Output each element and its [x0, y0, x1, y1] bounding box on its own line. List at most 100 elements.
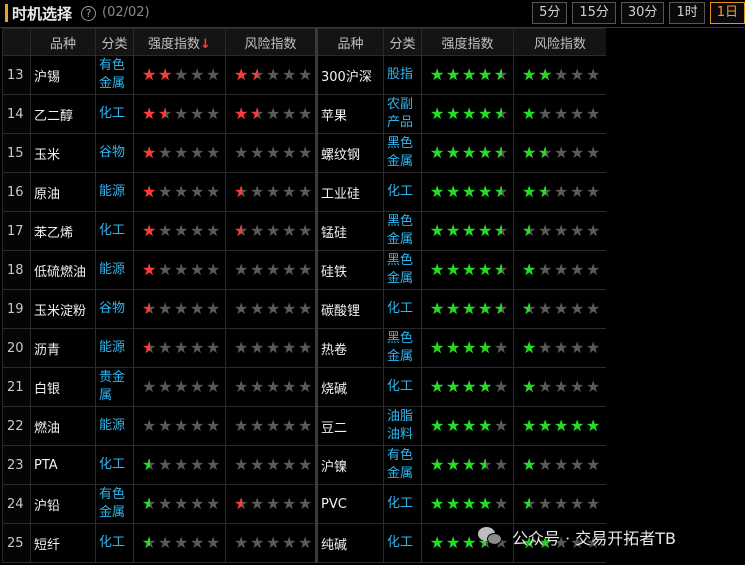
star-icon: ★ ★ [478, 298, 493, 318]
table-row[interactable]: 13 沪锡 有色 金属 ★ ★ ★ ★ ★ ★ ★ ★ ★ ★ ★ ★ ★ ★ 300沪深 股指 ★ ★ ★ ★ ★ ★ ★ ★ ★ ★ ★… [2, 55, 606, 95]
star-rating: ★ ★ ★ ★ ★ [234, 456, 313, 473]
star-icon: ★ [174, 454, 189, 474]
star-rating: ★ ★ ★ ★ ★ ★ [522, 259, 601, 279]
star-icon: ★ [190, 142, 205, 162]
star-icon: ★ ★ [522, 142, 537, 162]
timing-table-container[interactable]: 品种 分类 强度指数↓ 风险指数 品种 分类 强度指数 风险指数 13 沪锡 有色金… [2, 28, 606, 565]
star-icon: ★ [586, 454, 601, 474]
risk-index: ★ ★ ★ ★ ★ ★ ★ [513, 55, 606, 95]
table-row[interactable]: 19 玉米淀粉 谷物 ★ ★ ★ ★ ★ ★ ★ ★ ★ ★ ★ 碳酸锂 化工 ★ ★ ★ ★ ★ ★ ★ ★ ★ ★ ★ ★ ★ ★ ★ ★ [2, 289, 606, 329]
star-icon: ★ [298, 415, 313, 435]
category-label: 谷物 [95, 133, 134, 173]
risk-index: ★ ★ ★ ★ ★ ★ [225, 484, 317, 524]
star-icon: ★ ★ [462, 181, 477, 201]
star-icon: ★ ★ [446, 181, 461, 201]
star-icon: ★ ★ [478, 493, 493, 513]
star-icon: ★ ★ [430, 337, 445, 357]
star-icon: ★ [570, 454, 585, 474]
row-index: 13 [2, 55, 31, 95]
star-rating: ★ ★ ★ ★ ★ ★ ★ [522, 64, 601, 84]
star-icon: ★ [266, 220, 281, 240]
table-row[interactable]: 18 低硫燃油 能源 ★ ★ ★ ★ ★ ★ ★ ★ ★ ★ ★ 硅铁 黑色 金属 ★ ★ ★ ★ ★ ★ ★ ★ ★ ★ ★ ★ ★ ★ ★… [2, 250, 606, 290]
star-icon: ★ [250, 142, 265, 162]
header-strength-right[interactable]: 强度指数 [421, 28, 514, 56]
variety-name: 低硫燃油 [30, 250, 96, 290]
star-icon: ★ [158, 376, 173, 396]
strength-index: ★ ★ ★ ★ ★ ★ ★ ★ ★ [421, 367, 514, 407]
table-row[interactable]: 16 原油 能源 ★ ★ ★ ★ ★ ★ ★ ★ ★ ★ ★ ★ 工业硅 化工 ★ ★ ★ ★ ★ ★ ★ ★ ★ ★ ★ ★ ★ ★ ★ ★ ★ [2, 172, 606, 212]
star-icon: ★ [206, 532, 221, 552]
star-icon: ★ [206, 454, 221, 474]
wechat-icon [478, 527, 504, 547]
star-rating: ★ ★ ★ ★ ★ ★ ★ ★ ★ [430, 493, 509, 513]
category-label: 化工 [383, 484, 422, 524]
star-icon: ★ [282, 142, 297, 162]
header-risk-left[interactable]: 风险指数 [225, 28, 317, 56]
star-icon: ★ ★ [554, 415, 569, 435]
table-row[interactable]: 15 玉米 谷物 ★ ★ ★ ★ ★ ★ ★ ★ ★ ★ ★ 螺纹钢 黑色 金属 ★ ★ ★ ★ ★ ★ ★ ★ ★ ★ ★ ★ ★ ★ ★ ★… [2, 133, 606, 173]
category-label: 有色 金属 [95, 484, 134, 524]
star-icon: ★ [570, 298, 585, 318]
category-label: 股指 [383, 55, 422, 95]
variety-name: 燃油 [30, 406, 96, 446]
category-label: 黑色 金属 [383, 133, 422, 173]
star-icon: ★ [250, 376, 265, 396]
strength-index: ★ ★ ★ ★ ★ [133, 406, 226, 446]
header-variety-right[interactable]: 品种 [315, 28, 384, 56]
star-icon: ★ ★ [478, 220, 493, 240]
star-icon: ★ [586, 64, 601, 84]
star-icon: ★ ★ [142, 259, 157, 279]
period-button-4[interactable]: 1日 [709, 2, 745, 24]
star-icon: ★ ★ [522, 64, 537, 84]
star-icon: ★ ★ [494, 142, 509, 162]
star-icon: ★ ★ [538, 181, 553, 201]
star-rating: ★ ★ ★ ★ ★ ★ ★ ★ ★ ★ [522, 415, 601, 435]
period-button-1[interactable]: 15分 [572, 2, 616, 24]
star-rating: ★ ★ ★ ★ ★ ★ [234, 495, 313, 512]
star-rating: ★ ★ ★ ★ ★ ★ ★ [522, 181, 601, 201]
header-risk-right[interactable]: 风险指数 [513, 28, 606, 56]
table-row[interactable]: 23 PTA 化工 ★ ★ ★ ★ ★ ★ ★ ★ ★ ★ ★ 沪镍 有色 金属 ★ ★ ★ ★ ★ ★ ★ ★ ★ ★ ★ ★ ★ ★ ★ [2, 445, 606, 485]
risk-index: ★ ★ ★ ★ ★ ★ [513, 289, 606, 329]
star-icon: ★ ★ [462, 337, 477, 357]
variety-name: 工业硅 [315, 172, 384, 212]
star-icon: ★ ★ [462, 64, 477, 84]
period-button-3[interactable]: 1时 [669, 2, 705, 24]
table-row[interactable]: 20 沥青 能源 ★ ★ ★ ★ ★ ★ ★ ★ ★ ★ ★ 热卷 黑色 金属 ★ ★ ★ ★ ★ ★ ★ ★ ★ ★ ★ ★ ★ ★ ★ [2, 328, 606, 368]
risk-index: ★ ★ ★ ★ ★ [225, 523, 317, 563]
table-row[interactable]: 22 燃油 能源 ★ ★ ★ ★ ★ ★ ★ ★ ★ ★ 豆二 油脂 油料 ★ ★ ★ ★ ★ ★ ★ ★ ★ ★ ★ ★ ★ ★ ★ ★ ★ ★… [2, 406, 606, 446]
star-icon: ★ [174, 532, 189, 552]
table-row[interactable]: 14 乙二醇 化工 ★ ★ ★ ★ ★ ★ ★ ★ ★ ★ ★ ★ ★ ★ 苹果 农副 产品 ★ ★ ★ ★ ★ ★ ★ ★ ★ ★ ★ ★ ★… [2, 94, 606, 134]
star-icon: ★ [158, 415, 173, 435]
table-row[interactable]: 21 白银 贵金属 ★ ★ ★ ★ ★ ★ ★ ★ ★ ★ 烧碱 化工 ★ ★ ★ ★ ★ ★ ★ ★ ★ ★ ★ ★ ★ ★ ★ [2, 367, 606, 407]
header-variety-left[interactable]: 品种 [30, 28, 96, 56]
period-button-0[interactable]: 5分 [532, 2, 568, 24]
star-icon: ★ ★ [462, 454, 477, 474]
header-strength-left[interactable]: 强度指数↓ [133, 28, 226, 56]
strength-index: ★ ★ ★ ★ ★ ★ ★ ★ ★ [421, 445, 514, 485]
variety-name: 沪镍 [315, 445, 384, 485]
star-icon: ★ [190, 415, 205, 435]
star-icon: ★ [234, 142, 249, 162]
category-label: 有色 金属 [95, 55, 134, 95]
period-button-2[interactable]: 30分 [620, 2, 665, 24]
header-category-left[interactable]: 分类 [95, 28, 134, 56]
header-category-right[interactable]: 分类 [383, 28, 422, 56]
star-icon: ★ [586, 259, 601, 279]
star-icon: ★ [570, 259, 585, 279]
risk-index: ★ ★ ★ ★ ★ ★ [513, 94, 606, 134]
star-icon: ★ [298, 376, 313, 396]
star-icon: ★ [554, 103, 569, 123]
star-icon: ★ [538, 103, 553, 123]
star-icon: ★ [586, 337, 601, 357]
star-icon: ★ [250, 337, 265, 357]
table-row[interactable]: 24 沪铅 有色 金属 ★ ★ ★ ★ ★ ★ ★ ★ ★ ★ ★ ★ PVC 化工 ★ ★ ★ ★ ★ ★ ★ ★ ★ ★ ★ ★ ★ ★ ★ [2, 484, 606, 524]
star-icon: ★ [298, 64, 313, 84]
star-icon: ★ ★ [234, 181, 249, 201]
star-icon: ★ ★ [478, 376, 493, 396]
variety-name: 苹果 [315, 94, 384, 134]
star-icon: ★ [190, 181, 205, 201]
variety-name: 沪锡 [30, 55, 96, 95]
question-circle-icon[interactable]: ? [81, 6, 96, 21]
table-row[interactable]: 17 苯乙烯 化工 ★ ★ ★ ★ ★ ★ ★ ★ ★ ★ ★ ★ 锰硅 黑色 金属 ★ ★ ★ ★ ★ ★ ★ ★ ★ ★ ★ ★ ★ ★ ★… [2, 211, 606, 251]
